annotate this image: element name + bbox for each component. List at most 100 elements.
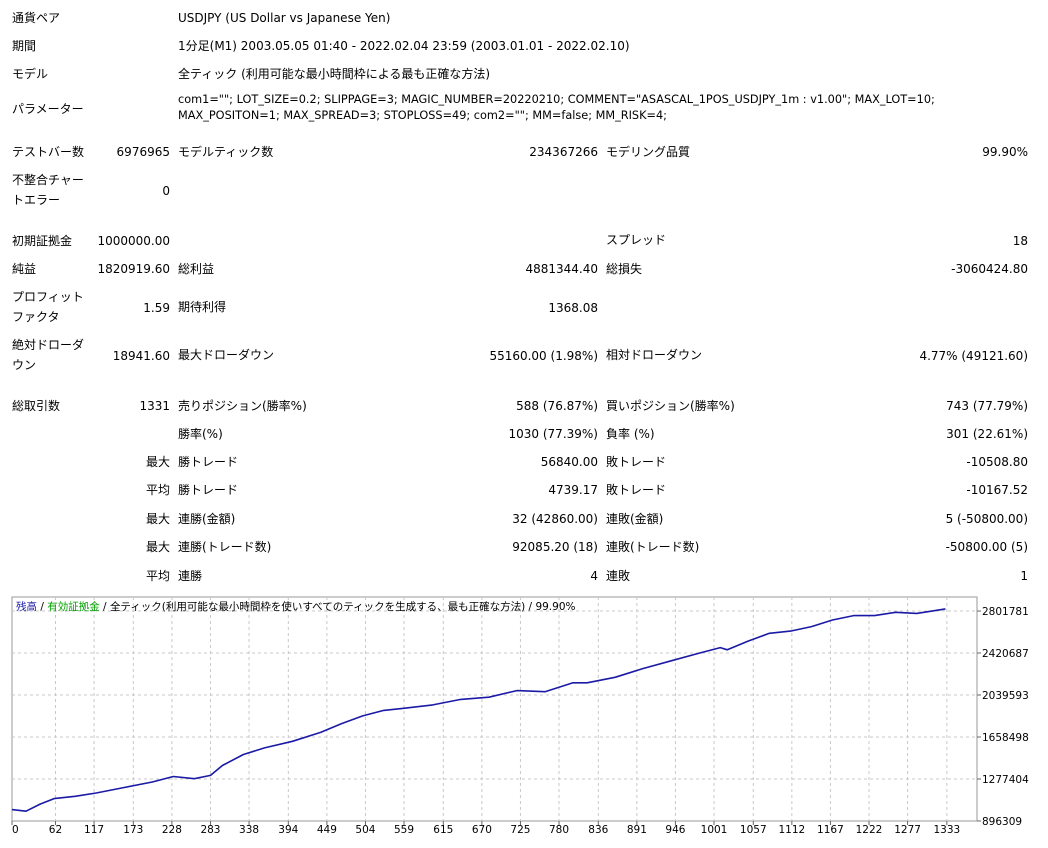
profit-factor-value: 1.59 bbox=[143, 301, 170, 315]
symbol-label: 通貨ペア bbox=[12, 11, 61, 25]
period-label: 期間 bbox=[12, 39, 37, 53]
x-tick-label: 173 bbox=[123, 824, 143, 836]
x-tick-label: 1222 bbox=[856, 824, 883, 836]
quality-label: モデリング品質 bbox=[606, 145, 691, 159]
net-label: 純益 bbox=[12, 262, 37, 276]
total-trades-label: 総取引数 bbox=[12, 399, 61, 413]
mismatch-label-2: トエラー bbox=[12, 193, 61, 207]
legend-balance: 残高 bbox=[16, 600, 37, 613]
profit-factor-label-2: ファクタ bbox=[12, 310, 60, 324]
spread-value: 18 bbox=[1012, 234, 1028, 248]
avg-loss-label: 敗トレード bbox=[606, 483, 667, 497]
deposit-value: 1000000.00 bbox=[97, 234, 170, 248]
params-label: パラメーター bbox=[12, 102, 84, 116]
x-tick-label: 1057 bbox=[740, 824, 767, 836]
balance-chart: 896309 1277404 1658498 2039593 2420687 280178… bbox=[0, 596, 1048, 845]
largest-win-label: 勝トレード bbox=[178, 455, 239, 469]
max-drawdown-label: 最大ドローダウン bbox=[178, 348, 275, 362]
max-cons-count-prefix: 最大 bbox=[145, 540, 170, 554]
win-rate-label: 勝率(%) bbox=[178, 427, 223, 441]
avg-cons-win-label: 連勝 bbox=[178, 569, 203, 583]
y-tick-label: 1658498 bbox=[982, 732, 1029, 744]
x-tick-label: 725 bbox=[510, 824, 530, 836]
average-prefix: 平均 bbox=[145, 483, 170, 497]
gross-profit-label: 総利益 bbox=[178, 262, 215, 276]
loss-rate-label: 負率 (%) bbox=[606, 427, 655, 441]
bars-label: テストバー数 bbox=[12, 145, 85, 159]
max-cons-loss-count-label: 連敗(トレード数) bbox=[606, 540, 700, 554]
model-value: 全ティック (利用可能な最小時間枠による最も正確な方法) bbox=[178, 67, 491, 81]
x-tick-label: 1167 bbox=[817, 824, 844, 836]
x-tick-label: 283 bbox=[200, 824, 220, 836]
y-tick-label: 2420687 bbox=[982, 648, 1029, 660]
avg-win-label: 勝トレード bbox=[178, 483, 239, 497]
avg-win-value: 4739.17 bbox=[548, 483, 598, 497]
legend-separator: / bbox=[525, 601, 535, 613]
y-tick-label: 1277404 bbox=[982, 774, 1029, 786]
ticks-value: 234367266 bbox=[529, 145, 598, 159]
x-tick-label: 615 bbox=[433, 824, 453, 836]
avg-cons-prefix: 平均 bbox=[145, 569, 170, 583]
avg-loss-value: -10167.52 bbox=[966, 483, 1028, 497]
x-tick-label: 946 bbox=[665, 824, 685, 836]
params-line-2: MAX_POSITON=1; MAX_SPREAD=3; STOPLOSS=49… bbox=[178, 109, 667, 122]
long-positions-value: 743 (77.79%) bbox=[946, 399, 1028, 413]
x-tick-label: 780 bbox=[549, 824, 569, 836]
max-cons-loss-amount-value: 5 (-50800.00) bbox=[945, 512, 1028, 526]
x-tick-label: 1001 bbox=[701, 824, 728, 836]
mismatch-label-1: 不整合チャー bbox=[12, 173, 84, 187]
short-positions-value: 588 (76.87%) bbox=[516, 399, 598, 413]
legend-equity: 有効証拠金 bbox=[47, 600, 100, 613]
total-trades-value: 1331 bbox=[139, 399, 170, 413]
max-cons-win-amount-value: 32 (42860.00) bbox=[512, 512, 598, 526]
max-cons-amount-prefix: 最大 bbox=[145, 512, 170, 526]
y-axis: 896309 1277404 1658498 2039593 2420687 280178… bbox=[977, 606, 1029, 828]
x-tick-label: 504 bbox=[355, 824, 375, 836]
plot-frame bbox=[11, 596, 978, 822]
spread-label: スプレッド bbox=[606, 233, 667, 247]
largest-loss-value: -10508.80 bbox=[966, 455, 1028, 469]
abs-drawdown-value: 18941.60 bbox=[112, 349, 170, 363]
x-tick-label: 0 bbox=[12, 824, 19, 836]
avg-cons-win-value: 4 bbox=[590, 569, 598, 583]
x-axis: 0 62 117 173 228 283 338 394 449 504 559 615 670 725 7… bbox=[11, 821, 960, 836]
rel-drawdown-value: 4.77% (49121.60) bbox=[919, 349, 1028, 363]
period-value: 1分足(M1) 2003.05.05 01:40 - 2022.02.04 23… bbox=[178, 39, 630, 53]
net-value: 1820919.60 bbox=[97, 262, 170, 276]
quality-value: 99.90% bbox=[982, 145, 1028, 159]
x-tick-label: 1112 bbox=[778, 824, 805, 836]
balance-chart-svg: 896309 1277404 1658498 2039593 2420687 280178… bbox=[11, 596, 1029, 836]
x-tick-label: 338 bbox=[239, 824, 259, 836]
legend-separator: / bbox=[37, 601, 47, 613]
x-tick-label: 670 bbox=[472, 824, 492, 836]
x-tick-label: 228 bbox=[162, 824, 182, 836]
legend-quality: 99.90% bbox=[535, 601, 575, 613]
ticks-label: モデルティック数 bbox=[178, 145, 274, 159]
max-cons-loss-count-value: -50800.00 (5) bbox=[945, 540, 1028, 554]
abs-drawdown-label-2: ウン bbox=[12, 358, 37, 372]
max-drawdown-value: 55160.00 (1.98%) bbox=[489, 349, 598, 363]
gross-profit-value: 4881344.40 bbox=[525, 262, 598, 276]
x-tick-label: 1277 bbox=[894, 824, 921, 836]
largest-win-value: 56840.00 bbox=[540, 455, 598, 469]
symbol-value: USDJPY (US Dollar vs Japanese Yen) bbox=[178, 11, 391, 25]
x-tick-label: 836 bbox=[588, 824, 608, 836]
max-cons-win-amount-label: 連勝(金額) bbox=[178, 512, 236, 526]
y-tick-label: 896309 bbox=[982, 816, 1022, 828]
x-tick-label: 62 bbox=[49, 824, 62, 836]
max-cons-loss-amount-label: 連敗(金額) bbox=[606, 512, 664, 526]
abs-drawdown-label-1: 絶対ドローダ bbox=[12, 338, 85, 352]
avg-cons-loss-value: 1 bbox=[1020, 569, 1028, 583]
gross-loss-value: -3060424.80 bbox=[951, 262, 1028, 276]
x-tick-label: 449 bbox=[317, 824, 337, 836]
profit-factor-label-1: プロフィット bbox=[12, 290, 84, 304]
deposit-label: 初期証拠金 bbox=[12, 234, 73, 248]
gross-loss-label: 総損失 bbox=[606, 262, 643, 276]
y-tick-label: 2801781 bbox=[982, 606, 1029, 618]
legend-model: 全ティック(利用可能な最小時間枠を使いすべてのティックを生成する、最も正確な方法… bbox=[110, 600, 525, 613]
expected-payoff-value: 1368.08 bbox=[548, 301, 598, 315]
largest-prefix: 最大 bbox=[145, 455, 170, 469]
max-cons-win-count-value: 92085.20 (18) bbox=[512, 540, 598, 554]
largest-loss-label: 敗トレード bbox=[606, 455, 667, 469]
loss-rate-value: 301 (22.61%) bbox=[946, 427, 1028, 441]
